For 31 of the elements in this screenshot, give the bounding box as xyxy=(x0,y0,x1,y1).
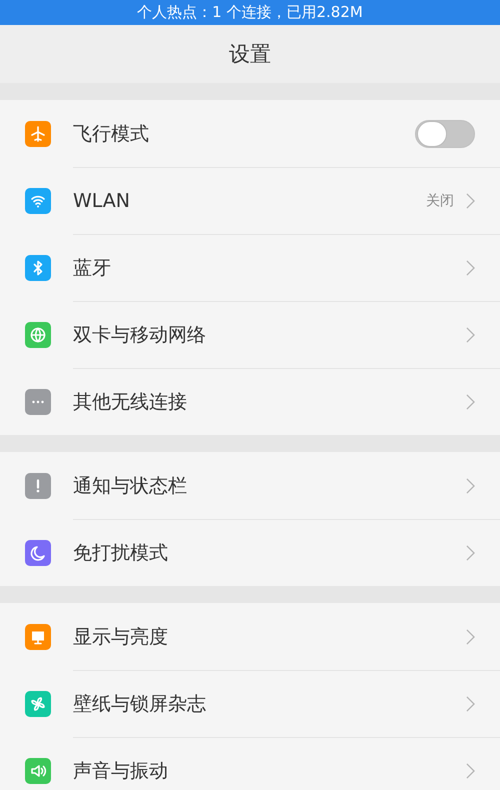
chevron-right-icon xyxy=(466,478,475,494)
status-bar-text: 个人热点：1 个连接，已用2.82M xyxy=(0,0,500,25)
row-label: 通知与状态栏 xyxy=(73,474,188,498)
row-label: 蓝牙 xyxy=(73,256,112,281)
row-label: 其他无线连接 xyxy=(73,390,188,415)
chevron-right-icon xyxy=(466,545,475,561)
chevron-right-icon xyxy=(466,260,475,276)
page-title: 设置 xyxy=(229,41,271,68)
chevron-right-icon xyxy=(466,696,475,712)
settings-row[interactable]: 通知与状态栏 xyxy=(0,452,500,519)
settings-row[interactable]: 壁纸与锁屏杂志 xyxy=(0,670,500,737)
settings-row[interactable]: 显示与亮度 xyxy=(0,603,500,670)
row-label: 双卡与移动网络 xyxy=(73,323,207,348)
row-label: 壁纸与锁屏杂志 xyxy=(73,692,207,717)
chevron-right-icon xyxy=(466,327,475,343)
chevron-right-icon xyxy=(466,763,475,779)
chevron-right-icon xyxy=(466,628,475,644)
row-label: WLAN xyxy=(73,190,132,212)
row-label: 免打扰模式 xyxy=(73,541,169,566)
chevron-right-icon xyxy=(466,193,475,209)
toggle-switch[interactable] xyxy=(415,120,475,148)
settings-row[interactable]: 双卡与移动网络 xyxy=(0,301,500,368)
row-label: 显示与亮度 xyxy=(73,624,169,650)
settings-row[interactable]: WLAN 关闭 xyxy=(0,167,500,234)
row-label: 声音与振动 xyxy=(73,759,169,784)
row-label: 飞行模式 xyxy=(73,122,150,146)
row-value: 关闭 xyxy=(426,192,454,210)
settings-row[interactable]: 声音与振动 xyxy=(0,737,500,790)
chevron-right-icon xyxy=(466,394,475,410)
settings-row[interactable]: 蓝牙 xyxy=(0,234,500,301)
settings-row[interactable]: 飞行模式 xyxy=(0,100,500,167)
